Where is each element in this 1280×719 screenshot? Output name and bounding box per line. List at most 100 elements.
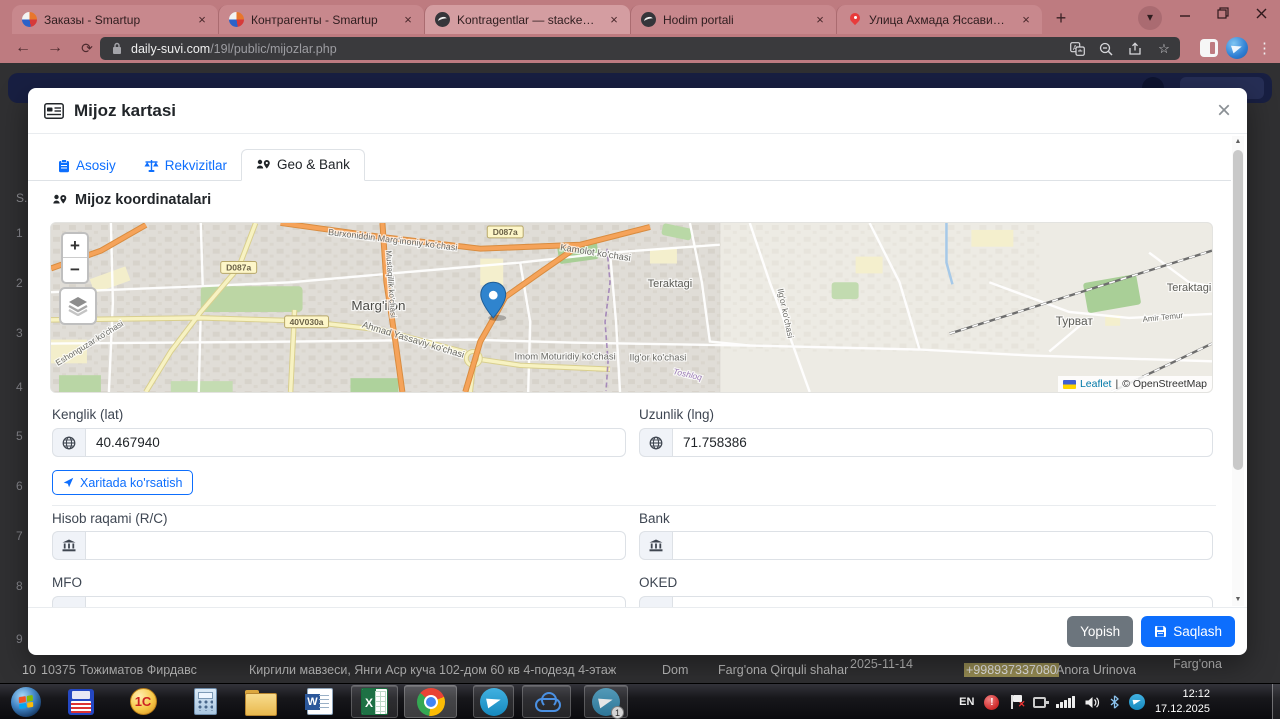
clipboard-icon	[59, 158, 69, 172]
side-panel-icon[interactable]	[1200, 39, 1218, 57]
site-favicon	[435, 12, 450, 27]
bluetooth-icon[interactable]	[1110, 695, 1119, 709]
lock-icon	[113, 42, 121, 54]
lat-input[interactable]	[85, 428, 626, 457]
zoom-out-button[interactable]: −	[63, 258, 87, 282]
show-on-map-button[interactable]: Xaritada ko'rsatish	[52, 470, 194, 495]
cell-address: Киргили мавзеси, Янги Аср куча 102-дом 6…	[249, 663, 617, 677]
globe-icon	[52, 428, 85, 457]
map-shield-40v030a: 40V030a	[290, 317, 324, 327]
tab-asosiy[interactable]: Asosiy	[44, 151, 130, 181]
browser-tab-strip: Заказы - Smartup × Контрагенты - Smartup…	[0, 0, 1280, 34]
taskbar-file-explorer[interactable]	[240, 685, 280, 718]
tab-close-icon[interactable]: ×	[194, 12, 210, 28]
map-pin-favicon	[847, 12, 862, 27]
modal-title: Mijoz kartasi	[74, 100, 177, 120]
taskbar-chrome[interactable]	[404, 685, 457, 718]
tab-kontragenty[interactable]: Контрагенты - Smartup ×	[218, 5, 424, 34]
zoom-out-icon[interactable]	[1098, 41, 1114, 57]
show-desktop-button[interactable]	[1272, 684, 1280, 719]
divider	[52, 505, 1216, 506]
tab-close-icon[interactable]: ×	[400, 12, 416, 28]
floppy-app-icon	[68, 688, 94, 715]
mfo-input[interactable]	[85, 596, 626, 607]
tab-close-icon[interactable]: ×	[1018, 12, 1034, 28]
action-center-flag-icon[interactable]: ✕	[1009, 695, 1025, 709]
tab-geo-bank[interactable]: Geo & Bank	[241, 149, 365, 181]
osm-link[interactable]: © OpenStreetMap	[1122, 378, 1207, 390]
leaflet-link[interactable]: Leaflet	[1080, 378, 1112, 390]
address-bar[interactable]: daily-suvi.com/19l/public/mijozlar.php A…	[100, 37, 1180, 60]
excel-icon: X	[361, 688, 388, 715]
excel-letter: X	[362, 689, 376, 714]
taskbar-telegram-2[interactable]: 1	[584, 685, 628, 719]
volume-icon[interactable]	[1085, 696, 1100, 709]
taskbar-calculator[interactable]	[186, 685, 224, 718]
new-tab-button[interactable]: +	[1048, 6, 1074, 32]
taskbar: 1С W X 1 EN ! ✕ 12:12 17.12.2025	[0, 683, 1280, 719]
bookmark-star-icon[interactable]: ☆	[1156, 41, 1172, 57]
row-number: 5	[16, 429, 23, 443]
restore-button[interactable]	[1204, 0, 1242, 26]
windows-start-icon	[11, 686, 41, 717]
back-icon[interactable]: ←	[12, 37, 34, 59]
taskbar-cloud-app[interactable]	[522, 685, 571, 718]
scrollbar-thumb[interactable]	[1233, 150, 1243, 470]
modal-close-icon[interactable]: ×	[1217, 98, 1231, 122]
reload-icon[interactable]: ⟳	[76, 37, 98, 59]
tab-close-icon[interactable]: ×	[812, 12, 828, 28]
calculator-icon	[193, 688, 217, 715]
browser-menu-icon[interactable]: ⋮	[1257, 38, 1272, 59]
tab-rekvizitlar[interactable]: Rekvizitlar	[130, 151, 241, 181]
tab-search-chevron-icon[interactable]: ▾	[1138, 6, 1162, 30]
bank-input[interactable]	[672, 531, 1213, 560]
cell-num: 10	[22, 663, 36, 677]
taskbar-1c-app[interactable]: 1С	[124, 685, 162, 718]
taskbar-word[interactable]: W	[300, 685, 340, 718]
taskbar-telegram[interactable]	[473, 685, 514, 718]
taskbar-clock[interactable]: 12:12 17.12.2025	[1155, 687, 1210, 717]
chrome-icon	[416, 687, 445, 716]
alert-icon[interactable]: !	[984, 694, 1000, 710]
map-layers-button[interactable]	[59, 287, 97, 325]
taskbar-floppy-app[interactable]	[62, 685, 100, 718]
close-button[interactable]: Yopish	[1067, 616, 1134, 647]
language-indicator[interactable]: EN	[959, 696, 974, 708]
map-label-moturidiy: Imom Moturidiy ko'chasi	[514, 350, 615, 361]
mijoz-kartasi-modal: Mijoz kartasi × Asosiy Rekvizitlar Geo &…	[28, 88, 1247, 655]
scroll-up-icon[interactable]: ▲	[1232, 136, 1244, 148]
start-button[interactable]	[6, 685, 46, 718]
lng-input[interactable]	[672, 428, 1213, 457]
notification-badge: 1	[611, 705, 624, 719]
removable-device-icon[interactable]	[1033, 696, 1050, 708]
share-icon[interactable]	[1127, 41, 1143, 57]
taskbar-excel[interactable]: X	[351, 685, 398, 718]
zoom-in-button[interactable]: +	[63, 234, 87, 258]
telegram-tray-icon[interactable]	[1128, 694, 1145, 710]
map-users-icon	[256, 159, 270, 168]
minimize-button[interactable]	[1166, 0, 1204, 26]
cell-phone: +998937337080	[964, 663, 1059, 677]
word-icon: W	[305, 688, 333, 715]
tab-yandex-maps[interactable]: Улица Ахмада Яссавий, 1 — Я ×	[836, 5, 1042, 34]
profile-avatar[interactable]	[1226, 37, 1248, 59]
tab-kontragentlar-active[interactable]: Kontragentlar — stacked moda ×	[424, 5, 630, 34]
save-label: Saqlash	[1173, 624, 1222, 639]
network-signal-icon[interactable]	[1056, 696, 1075, 708]
oked-input[interactable]	[672, 596, 1213, 607]
row-number: 1	[16, 226, 23, 240]
close-window-button[interactable]	[1242, 0, 1280, 26]
tab-label: Rekvizitlar	[164, 158, 228, 173]
scroll-down-icon[interactable]: ▼	[1232, 594, 1244, 606]
tab-hodim-portali[interactable]: Hodim portali ×	[630, 5, 836, 34]
translate-icon[interactable]: A	[1069, 41, 1085, 57]
leaflet-map[interactable]: D087a D087a 40V030a Marg'ilon Kamolot ko…	[50, 222, 1213, 393]
forward-icon[interactable]: →	[44, 37, 66, 59]
tab-close-icon[interactable]: ×	[606, 12, 622, 28]
bank-icon	[639, 596, 672, 607]
account-input[interactable]	[85, 531, 626, 560]
save-button[interactable]: Saqlash	[1141, 616, 1235, 647]
tab-zakazy[interactable]: Заказы - Smartup ×	[12, 5, 218, 34]
modal-scrollbar[interactable]: ▲ ▼	[1232, 136, 1244, 606]
system-tray: EN ! ✕ 12:12 17.12.2025	[959, 684, 1210, 719]
